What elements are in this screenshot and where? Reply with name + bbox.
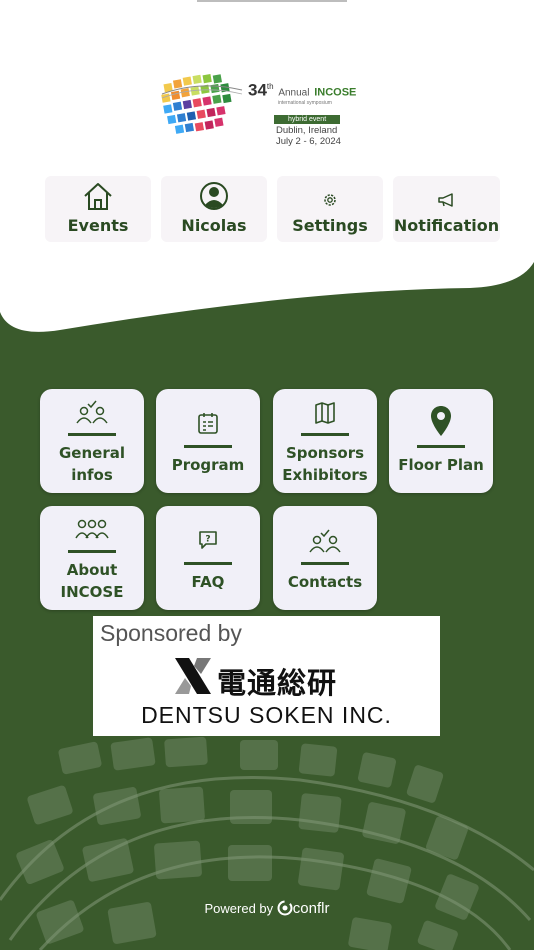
conflr-logo-icon <box>277 900 293 916</box>
menu-divider <box>184 562 232 565</box>
location-pin-icon <box>431 406 451 436</box>
logo-text: 34th Annual INCOSE international symposi… <box>248 78 378 147</box>
menu-sponsors-exhibitors-label: Sponsors Exhibitors <box>273 442 377 486</box>
sponsor-banner[interactable]: Sponsored by 電通総研 DENTSU SOKEN INC. <box>93 616 440 736</box>
menu-about-label-line1: About <box>66 561 118 579</box>
menu-floor-plan-label: Floor Plan <box>398 456 484 474</box>
powered-by-brand: conflr <box>292 900 330 917</box>
nav-profile-label: Nicolas <box>181 216 247 235</box>
menu-contacts-label: Contacts <box>287 573 363 591</box>
menu-contacts[interactable]: Contacts <box>273 506 377 610</box>
menu-program[interactable]: Program <box>156 389 260 493</box>
logo-hybrid-badge: hybrid event <box>274 114 341 124</box>
people-check-icon <box>76 400 108 424</box>
status-bar-indicator <box>197 0 347 2</box>
dentsu-soken-logo-icon <box>175 658 211 694</box>
menu-program-label: Program <box>171 456 245 474</box>
sponsor-name: DENTSU SOKEN INC. <box>141 702 392 728</box>
svg-text:?: ? <box>205 535 210 545</box>
menu-faq[interactable]: ? FAQ <box>156 506 260 610</box>
sponsor-kanji-name: 電通総研 <box>217 666 338 700</box>
menu-sponsors-exhibitors[interactable]: Sponsors Exhibitors <box>273 389 377 493</box>
logo-place: Dublin, Ireland <box>276 124 338 136</box>
menu-general-infos-label-line2: infos <box>71 466 113 484</box>
menu-divider <box>301 433 349 436</box>
menu-about-label-line2: INCOSE <box>60 583 124 601</box>
nav-notification[interactable]: Notification <box>393 176 500 242</box>
nav-events[interactable]: Events <box>45 176 151 242</box>
incose-logo: 34th Annual INCOSE international symposi… <box>160 70 380 147</box>
menu-divider <box>417 445 465 448</box>
logo-globe-icon <box>161 74 243 134</box>
powered-by-label: Powered by <box>204 901 274 916</box>
menu-divider <box>301 562 349 565</box>
nav-notification-label: Notification <box>393 216 500 235</box>
menu-divider <box>68 433 116 436</box>
menu-divider <box>184 445 232 448</box>
logo-symposium: international symposium <box>278 99 332 106</box>
menu-general-infos[interactable]: General infos <box>40 389 144 493</box>
menu-sponsors-label-line2: Exhibitors <box>282 466 368 484</box>
user-icon <box>200 182 228 210</box>
menu-sponsors-label-line1: Sponsors <box>285 444 365 462</box>
menu-about-incose-label: About INCOSE <box>40 559 144 603</box>
menu-faq-label: FAQ <box>191 573 225 591</box>
logo-edition-number: 34 <box>248 80 267 100</box>
logo-edition-suffix: th <box>266 82 274 91</box>
group-icon <box>75 519 109 539</box>
nav-settings-label: Settings <box>292 216 368 235</box>
logo-org: INCOSE <box>314 86 357 99</box>
logo-dates: July 2 - 6, 2024 <box>276 135 341 147</box>
quick-nav: Events Nicolas Settings Notification <box>45 176 500 242</box>
home-icon <box>84 183 112 210</box>
menu-general-infos-label-line1: General <box>59 444 125 462</box>
nav-settings[interactable]: Settings <box>277 176 383 242</box>
sponsor-title: Sponsored by <box>100 620 242 646</box>
menu-about-incose[interactable]: About INCOSE <box>40 506 144 610</box>
menu-divider <box>68 550 116 553</box>
gear-icon <box>324 194 336 206</box>
nav-events-label: Events <box>67 216 129 235</box>
calendar-icon <box>198 413 218 434</box>
contacts-icon <box>309 529 341 553</box>
logo-annual: Annual <box>278 87 310 99</box>
nav-profile[interactable]: Nicolas <box>161 176 267 242</box>
menu-floor-plan[interactable]: Floor Plan <box>389 389 493 493</box>
question-bubble-icon: ? <box>199 531 217 549</box>
menu-general-infos-label: General infos <box>40 442 144 486</box>
powered-by: Powered by conflr <box>0 900 534 917</box>
map-icon <box>315 402 335 424</box>
megaphone-icon <box>437 193 453 207</box>
